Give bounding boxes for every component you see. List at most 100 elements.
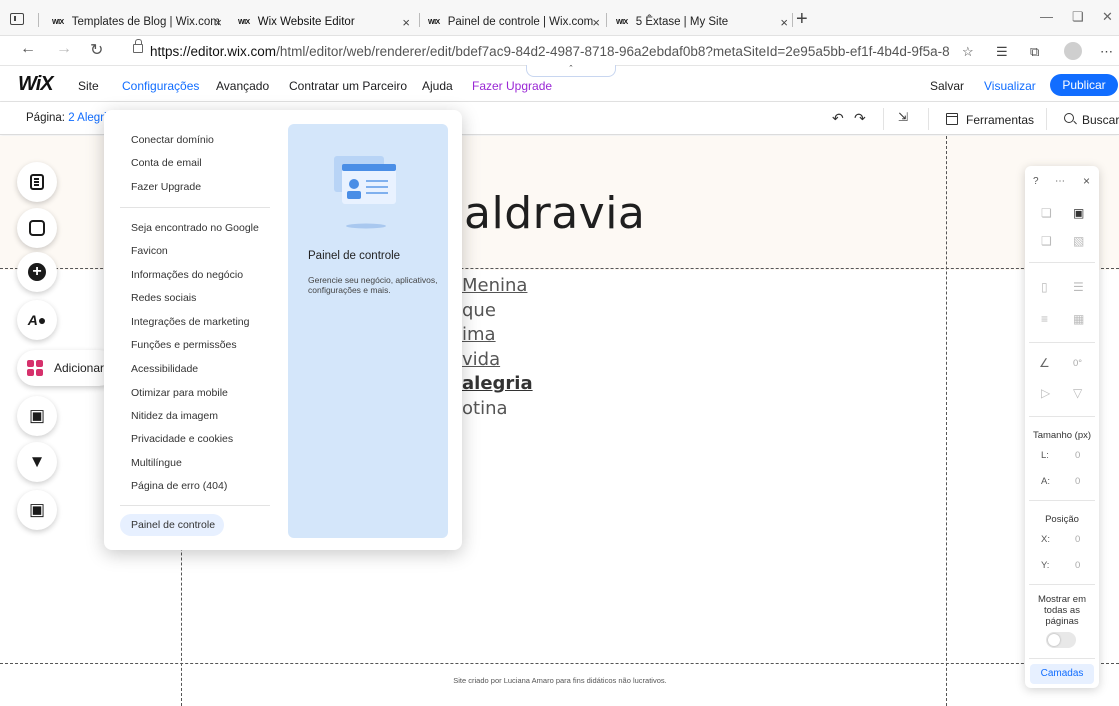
- menu-help[interactable]: Ajuda: [422, 79, 453, 93]
- forward-arrow-icon[interactable]: →: [56, 40, 72, 58]
- menu-advanced[interactable]: Avançado: [216, 79, 269, 93]
- close-tab-icon[interactable]: ×: [402, 15, 410, 30]
- copy-icon[interactable]: ❏: [1041, 206, 1052, 220]
- tab-actions-icon[interactable]: [10, 13, 24, 25]
- menu-item-privacy[interactable]: Privacidade e cookies: [131, 433, 233, 445]
- height-input[interactable]: 0: [1075, 476, 1080, 487]
- tools-icon[interactable]: [946, 113, 958, 125]
- close-tab-icon[interactable]: ×: [214, 15, 222, 30]
- dashboard-card[interactable]: Painel de controle Gerencie seu negócio,…: [288, 124, 448, 538]
- pages-button[interactable]: [17, 162, 57, 202]
- site-menu[interactable]: Menina que ima vida alegria otina: [462, 274, 533, 421]
- close-panel-icon[interactable]: ×: [1083, 174, 1090, 188]
- page-selector[interactable]: Página: 2 Alegria: [26, 112, 106, 124]
- rotation-value[interactable]: 0°: [1073, 358, 1082, 369]
- site-menu-item[interactable]: que: [462, 299, 533, 324]
- menu-item-roles[interactable]: Funções e permissões: [131, 339, 237, 351]
- tools-button[interactable]: Ferramentas: [966, 113, 1034, 127]
- search-button[interactable]: Buscar: [1082, 113, 1119, 127]
- collections-icon[interactable]: ⧉: [1030, 44, 1039, 60]
- media-button[interactable]: ▣: [17, 396, 57, 436]
- menu-item-mobile[interactable]: Otimizar para mobile: [131, 387, 228, 399]
- new-tab-button[interactable]: +: [796, 8, 808, 31]
- save-button[interactable]: Salvar: [930, 79, 964, 93]
- favorites-list-icon[interactable]: ☰: [996, 44, 1008, 60]
- wix-favicon-icon: WIX: [238, 18, 250, 26]
- y-input[interactable]: 0: [1075, 560, 1080, 571]
- menu-item-accessibility[interactable]: Acessibilidade: [131, 363, 198, 375]
- menu-item-upgrade[interactable]: Fazer Upgrade: [131, 181, 201, 193]
- search-icon[interactable]: [1064, 113, 1074, 123]
- menu-item-social[interactable]: Redes sociais: [131, 292, 196, 304]
- show-all-pages-toggle[interactable]: [1046, 632, 1076, 648]
- site-menu-item[interactable]: vida: [462, 348, 533, 373]
- preview-button[interactable]: Visualizar: [984, 79, 1036, 93]
- site-menu-item-selected[interactable]: alegria: [462, 372, 533, 397]
- undo-icon[interactable]: ↶: [832, 110, 844, 127]
- x-input[interactable]: 0: [1075, 534, 1080, 545]
- collapse-chevron-icon[interactable]: ˆ: [526, 65, 616, 77]
- close-tab-icon[interactable]: ×: [592, 15, 600, 30]
- menu-item-error-page[interactable]: Página de erro (404): [131, 480, 227, 492]
- browser-tab-site[interactable]: WIX 5 Êxtase | My Site ×: [616, 11, 788, 33]
- close-tab-icon[interactable]: ×: [780, 15, 788, 30]
- minimize-window-icon[interactable]: —: [1040, 9, 1053, 24]
- theme-button[interactable]: A●: [17, 300, 57, 340]
- drag-handle-icon[interactable]: ⋯: [1055, 176, 1066, 187]
- site-title[interactable]: aldravia: [464, 188, 645, 239]
- add-apps-button[interactable]: Adicionar: [17, 350, 117, 386]
- rotate-icon[interactable]: ∠: [1039, 356, 1050, 370]
- arrange-icon[interactable]: ▯: [1041, 280, 1048, 294]
- menu-item-favicon[interactable]: Favicon: [131, 245, 168, 257]
- menu-item-marketing[interactable]: Integrações de marketing: [131, 316, 249, 328]
- flip-vertical-icon[interactable]: ▽: [1073, 386, 1082, 400]
- maximize-window-icon[interactable]: ❏: [1072, 9, 1084, 25]
- menu-site[interactable]: Site: [78, 79, 99, 93]
- close-window-icon[interactable]: ✕: [1102, 9, 1113, 25]
- footer-text[interactable]: Site criado por Luciana Amaro para fins …: [430, 676, 690, 685]
- zoom-out-icon[interactable]: ⇲: [898, 110, 908, 124]
- background-button[interactable]: [17, 208, 57, 248]
- distribute-icon[interactable]: ≡: [1041, 312, 1048, 326]
- back-arrow-icon[interactable]: ←: [20, 40, 36, 58]
- layers-button[interactable]: Camadas: [1030, 664, 1094, 684]
- profile-avatar[interactable]: [1064, 42, 1082, 60]
- width-input[interactable]: 0: [1075, 450, 1080, 461]
- redo-icon[interactable]: ↷: [854, 110, 866, 127]
- browser-tab-templates[interactable]: WIX Templates de Blog | Wix.com ×: [52, 11, 222, 33]
- menu-upgrade[interactable]: Fazer Upgrade: [472, 79, 552, 93]
- app-market-button[interactable]: ▣: [17, 490, 57, 530]
- publish-button[interactable]: Publicar: [1050, 74, 1118, 96]
- panel-divider: [1029, 342, 1095, 343]
- pages-icon: [30, 174, 44, 190]
- menu-item-multilingual[interactable]: Multilíngue: [131, 457, 182, 469]
- menu-settings[interactable]: Configurações: [122, 79, 199, 93]
- duplicate-icon[interactable]: ❑: [1041, 234, 1052, 248]
- site-menu-item[interactable]: otina: [462, 397, 533, 422]
- menu-item-seo[interactable]: Seja encontrado no Google: [131, 222, 259, 234]
- wix-logo[interactable]: WiX: [18, 73, 54, 96]
- favorite-star-icon[interactable]: ☆: [962, 44, 974, 60]
- menu-item-email-account[interactable]: Conta de email: [131, 157, 202, 169]
- site-menu-item[interactable]: ima: [462, 323, 533, 348]
- browser-tab-editor[interactable]: WIX Wix Website Editor ×: [238, 11, 410, 33]
- menu-hire-partner[interactable]: Contratar um Parceiro: [289, 79, 407, 93]
- more-options-icon[interactable]: ⋯: [1100, 44, 1113, 60]
- browser-tab-dashboard[interactable]: WIX Painel de controle | Wix.com ×: [428, 11, 600, 33]
- match-size-icon[interactable]: ▦: [1073, 312, 1084, 326]
- trash-icon[interactable]: ▧: [1073, 234, 1084, 248]
- menu-item-image-sharpness[interactable]: Nitidez da imagem: [131, 410, 218, 422]
- site-menu-item[interactable]: Menina: [462, 274, 533, 299]
- menu-item-connect-domain[interactable]: Conectar domínio: [131, 134, 214, 146]
- flip-horizontal-icon[interactable]: ▷: [1041, 386, 1050, 400]
- lock-icon[interactable]: [133, 39, 143, 53]
- reload-icon[interactable]: ↻: [90, 40, 103, 60]
- help-icon[interactable]: ?: [1033, 176, 1039, 187]
- url-field[interactable]: https://editor.wix.com/html/editor/web/r…: [150, 44, 950, 59]
- align-icon[interactable]: ☰: [1073, 280, 1084, 294]
- paste-icon[interactable]: ▣: [1073, 206, 1084, 220]
- add-elements-button[interactable]: +: [17, 252, 57, 292]
- blog-button[interactable]: ▼: [17, 442, 57, 482]
- dashboard-button[interactable]: Painel de controle: [120, 514, 224, 536]
- menu-item-business-info[interactable]: Informações do negócio: [131, 269, 243, 281]
